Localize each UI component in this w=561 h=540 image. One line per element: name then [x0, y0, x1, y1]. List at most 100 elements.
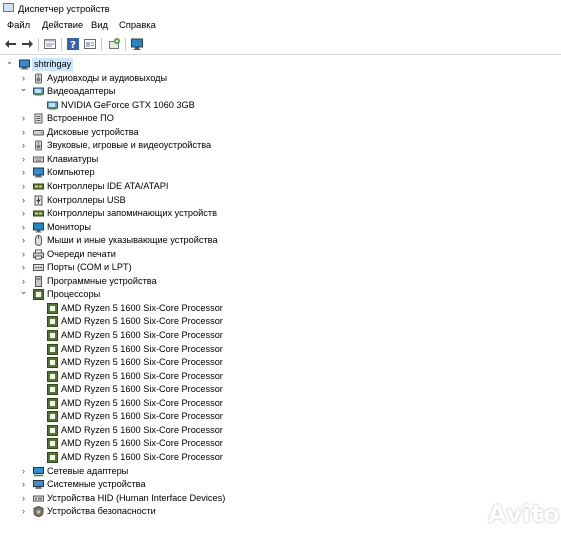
tree-category[interactable]: › Мыши и иные указывающие устройства	[0, 234, 561, 247]
category-label: Порты (COM и LPT)	[47, 262, 132, 273]
expand-chevron-icon[interactable]: ›	[19, 261, 28, 274]
tree-category[interactable]: › Звуковые, игровые и видеоустройства	[0, 139, 561, 152]
category-label: Очереди печати	[47, 248, 116, 259]
tree-category[interactable]: › Компьютер	[0, 166, 561, 179]
help-icon[interactable]: ?	[66, 37, 80, 51]
tree-device[interactable]: AMD Ryzen 5 1600 Six-Core Processor	[0, 424, 561, 437]
expand-chevron-icon[interactable]: ›	[19, 194, 28, 207]
processor-icon	[47, 370, 58, 382]
avito-logo-text: Avito	[488, 500, 561, 528]
storage-controller-icon	[33, 210, 44, 217]
tree-category[interactable]: › Мониторы	[0, 221, 561, 234]
computer-name: shtrihgay	[32, 58, 74, 71]
collapse-chevron-icon[interactable]: ⌄	[19, 82, 28, 95]
processor-icon	[47, 330, 58, 341]
tree-category[interactable]: ⌄ Видеоадаптеры	[0, 82, 561, 98]
display-adapter-icon	[33, 87, 44, 96]
tree-category[interactable]: › Контроллеры IDE ATA/ATAPI	[0, 180, 561, 193]
forward-arrow-icon[interactable]	[20, 37, 34, 51]
expand-chevron-icon[interactable]: ›	[19, 465, 28, 478]
expand-chevron-icon[interactable]: ›	[19, 492, 28, 505]
category-label: Системные устройства	[47, 479, 146, 490]
tree-device[interactable]: AMD Ryzen 5 1600 Six-Core Processor	[0, 410, 561, 423]
expand-chevron-icon[interactable]: ›	[19, 180, 28, 193]
expand-chevron-icon[interactable]: ›	[19, 234, 28, 247]
collapse-chevron-icon[interactable]: ⌄	[19, 285, 28, 298]
sound-icon	[35, 140, 42, 151]
tree-category[interactable]: › Сетевые адаптеры	[0, 465, 561, 478]
expand-chevron-icon[interactable]: ›	[19, 153, 28, 166]
tree-category[interactable]: › Контроллеры запоминающих устройств	[0, 207, 561, 220]
tree-device[interactable]: AMD Ryzen 5 1600 Six-Core Processor	[0, 383, 561, 396]
category-label: Контроллеры IDE ATA/ATAPI	[47, 180, 169, 191]
category-label: Контроллеры запоминающих устройств	[47, 208, 217, 219]
device-manager-icon	[3, 3, 14, 12]
tree-device[interactable]: AMD Ryzen 5 1600 Six-Core Processor	[0, 451, 561, 464]
details-icon[interactable]	[83, 37, 97, 51]
tree-category[interactable]: › Программные устройства	[0, 275, 561, 288]
avito-watermark: Avito	[450, 498, 560, 532]
device-label: AMD Ryzen 5 1600 Six-Core Processor	[61, 411, 223, 422]
svg-text:?: ?	[70, 40, 76, 51]
category-label: Мыши и иные указывающие устройства	[47, 235, 218, 246]
device-label: AMD Ryzen 5 1600 Six-Core Processor	[61, 330, 223, 340]
speaker-icon	[35, 73, 42, 84]
expand-chevron-icon[interactable]: ›	[19, 112, 28, 125]
category-label: Дисковые устройства	[47, 126, 139, 137]
tree-category[interactable]: ⌄ Процессоры	[0, 285, 561, 301]
menu-help[interactable]: Справка	[117, 19, 158, 30]
expand-chevron-icon[interactable]: ›	[19, 207, 28, 220]
tree-category[interactable]: › Аудиовходы и аудиовыходы	[0, 72, 561, 85]
title-bar: Диспетчер устройств	[0, 0, 561, 17]
toolbar-separator	[125, 38, 126, 51]
tree-device[interactable]: AMD Ryzen 5 1600 Six-Core Processor	[0, 356, 561, 369]
tree-category[interactable]: › Дисковые устройства	[0, 126, 561, 139]
tree-device[interactable]: AMD Ryzen 5 1600 Six-Core Processor	[0, 437, 561, 450]
expand-chevron-icon[interactable]: ›	[19, 505, 28, 518]
tree-category[interactable]: › Системные устройства	[0, 478, 561, 491]
software-device-icon	[35, 275, 42, 287]
expand-chevron-icon[interactable]: ›	[19, 248, 28, 261]
tree-category[interactable]: › Очереди печати	[0, 248, 561, 261]
tree-device[interactable]: AMD Ryzen 5 1600 Six-Core Processor	[0, 397, 561, 410]
menu-action[interactable]: Действие	[40, 19, 85, 30]
category-label: Звуковые, игровые и видеоустройства	[47, 140, 212, 151]
tree-category[interactable]: › Контроллеры USB	[0, 194, 561, 207]
tree-device[interactable]: AMD Ryzen 5 1600 Six-Core Processor	[0, 370, 561, 383]
tree-device[interactable]: AMD Ryzen 5 1600 Six-Core Processor	[0, 329, 561, 342]
device-label: AMD Ryzen 5 1600 Six-Core Processor	[61, 343, 223, 354]
device-label: AMD Ryzen 5 1600 Six-Core Processor	[61, 397, 223, 408]
category-label: Контроллеры USB	[47, 194, 126, 205]
printer-icon	[33, 249, 44, 260]
security-device-icon	[33, 506, 44, 518]
collapse-chevron-icon[interactable]: ⌄	[5, 55, 14, 68]
monitor-icon[interactable]	[130, 37, 144, 51]
port-icon	[33, 264, 44, 272]
tree-category[interactable]: › Порты (COM и LPT)	[0, 261, 561, 274]
expand-chevron-icon[interactable]: ›	[19, 126, 28, 139]
processor-icon	[47, 451, 58, 463]
menu-file[interactable]: Файл	[5, 19, 32, 30]
tree-category[interactable]: › Встроенное ПО	[0, 112, 561, 125]
expand-chevron-icon[interactable]: ›	[19, 221, 28, 234]
tree-device[interactable]: AMD Ryzen 5 1600 Six-Core Processor	[0, 343, 561, 356]
tree-category[interactable]: › Клавиатуры	[0, 153, 561, 166]
expand-chevron-icon[interactable]: ›	[19, 139, 28, 152]
ide-controller-icon	[33, 183, 44, 190]
disk-drive-icon	[33, 129, 44, 136]
expand-chevron-icon[interactable]: ›	[19, 166, 28, 179]
network-adapter-icon	[33, 466, 44, 476]
tree-device[interactable]: AMD Ryzen 5 1600 Six-Core Processor	[0, 302, 561, 315]
device-label: AMD Ryzen 5 1600 Six-Core Processor	[61, 357, 223, 368]
tree-device[interactable]: AMD Ryzen 5 1600 Six-Core Processor	[0, 315, 561, 328]
properties-icon[interactable]	[43, 37, 57, 51]
expand-chevron-icon[interactable]: ›	[19, 478, 28, 491]
device-label: AMD Ryzen 5 1600 Six-Core Processor	[61, 316, 223, 327]
tree-root[interactable]: ⌄ shtrihgay	[0, 55, 561, 71]
tree-device[interactable]: NVIDIA GeForce GTX 1060 3GB	[0, 99, 561, 112]
scan-hardware-icon[interactable]	[107, 37, 121, 51]
back-arrow-icon[interactable]	[4, 37, 18, 51]
toolbar-separator	[61, 38, 62, 51]
computer-icon	[33, 167, 44, 178]
menu-view[interactable]: Вид	[89, 19, 110, 30]
